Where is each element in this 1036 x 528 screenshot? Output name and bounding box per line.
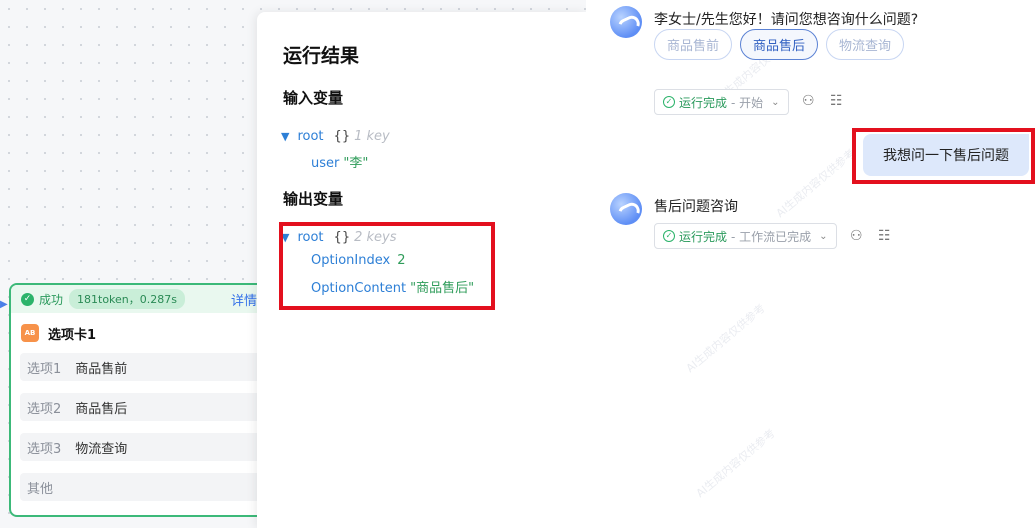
node-title-row: AB 选项卡1 — [11, 313, 272, 353]
log-document-icon[interactable]: ☷ — [830, 93, 843, 109]
log-document-icon[interactable]: ☷ — [878, 228, 891, 244]
input-json-root[interactable]: ▼ root{} 1 key — [281, 129, 390, 144]
option-card-icon: AB — [21, 324, 39, 342]
option-card-node[interactable]: ✓ 成功 181token，0.287s 详情 AB 选项卡1 选项1 商品售前… — [9, 283, 274, 517]
node-status-bar: ✓ 成功 181token，0.287s 详情 — [11, 285, 272, 313]
option-label: 其他 — [27, 481, 54, 497]
chip-logistics[interactable]: 物流查询 — [826, 29, 904, 60]
user-message-bubble: 我想问一下售后问题 — [863, 134, 1029, 176]
watermark: AI生成内容仅供参考 — [693, 426, 778, 501]
bot-reply: 售后问题咨询 — [654, 199, 738, 215]
node-status-text: 成功 — [39, 292, 64, 307]
option-row-1[interactable]: 选项1 商品售前 — [20, 353, 272, 381]
option-value: 商品售前 — [75, 361, 128, 377]
run-status-dropdown-2[interactable]: ✓ 运行完成 - 工作流已完成 ⌄ — [654, 223, 837, 249]
option-label: 选项3 — [27, 441, 62, 457]
chevron-down-icon: ⌄ — [819, 230, 828, 242]
option-row-3[interactable]: 选项3 物流查询 — [20, 433, 272, 461]
chevron-down-icon: ⌄ — [771, 96, 780, 108]
option-row-2[interactable]: 选项2 商品售后 — [20, 393, 272, 421]
watermark: AI生成内容仅供参考 — [683, 301, 768, 376]
token-usage-badge: 181token，0.287s — [69, 289, 185, 309]
bot-avatar-icon — [610, 193, 642, 225]
option-value: 商品售后 — [75, 401, 128, 417]
panel-title: 运行结果 — [283, 45, 360, 67]
run-status-dropdown-1[interactable]: ✓ 运行完成 - 开始 ⌄ — [654, 89, 789, 115]
option-row-other[interactable]: 其他 — [20, 473, 272, 501]
workflow-tree-icon[interactable]: ⚇ — [802, 93, 815, 109]
chip-aftersale[interactable]: 商品售后 — [740, 29, 818, 60]
workflow-tree-icon[interactable]: ⚇ — [850, 228, 863, 244]
collapse-triangle-icon[interactable]: ▼ — [281, 130, 289, 143]
success-check-icon: ✓ — [21, 292, 34, 306]
chip-presale[interactable]: 商品售前 — [654, 29, 732, 60]
input-json-entry: user "李" — [311, 156, 369, 171]
bot-greeting: 李女士/先生您好！请问您想咨询什么问题? — [654, 12, 919, 28]
option-value: 物流查询 — [75, 441, 128, 457]
option-label: 选项2 — [27, 401, 62, 417]
output-highlight-box — [279, 222, 495, 310]
run-result-panel: 运行结果 输入变量 ▼ root{} 1 key user "李" 输出变量 ▼ roo… — [257, 12, 587, 528]
bot-avatar-icon — [610, 6, 642, 38]
output-variables-title: 输出变量 — [283, 190, 344, 208]
chat-panel: AI生成内容仅供参考 AI生成内容仅供参考 AI生成内容仅供参考 AI生成内容仅… — [586, 0, 1036, 528]
check-circle-icon: ✓ — [663, 96, 675, 108]
detail-link[interactable]: 详情 — [231, 290, 257, 309]
option-label: 选项1 — [27, 361, 62, 377]
node-title: 选项卡1 — [48, 327, 97, 343]
watermark: AI生成内容仅供参考 — [773, 146, 858, 221]
input-variables-title: 输入变量 — [283, 89, 344, 107]
check-circle-icon: ✓ — [663, 230, 675, 242]
